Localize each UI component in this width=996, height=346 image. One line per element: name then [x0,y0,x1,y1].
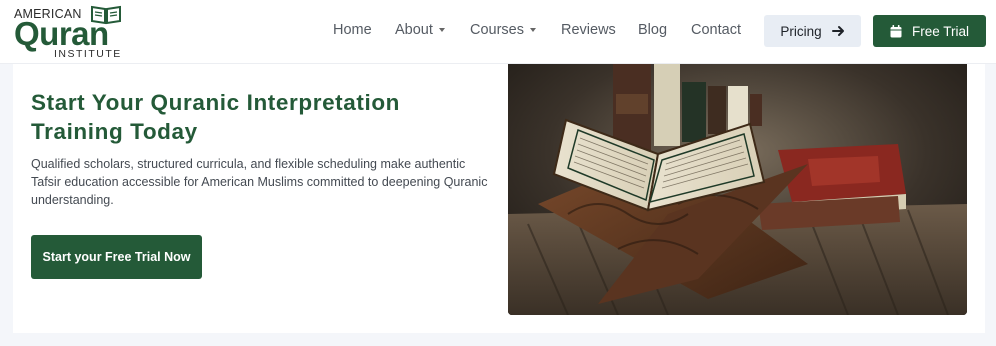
nav-blog-label: Blog [638,22,668,38]
nav-about-label: About [395,22,433,38]
caret-down-icon [530,28,536,32]
start-free-trial-button[interactable]: Start your Free Trial Now [31,235,202,279]
calendar-icon [890,24,902,37]
start-free-trial-label: Start your Free Trial Now [42,250,191,264]
hero-title: Start Your Quranic Interpretation Traini… [31,90,401,144]
hero-image [508,64,967,315]
free-trial-button-label: Free Trial [911,23,969,39]
logo-sub-text: INSTITUTE [54,48,122,60]
nav-home-label: Home [333,22,372,38]
hero-description: Qualified scholars, structured curricula… [31,157,488,207]
nav-reviews[interactable]: Reviews [561,22,616,38]
nav-about[interactable]: About [395,22,445,38]
nav-contact[interactable]: Contact [691,22,741,38]
nav-courses-label: Courses [470,22,524,38]
arrow-right-icon [831,26,844,36]
nav-courses[interactable]: Courses [470,22,536,38]
quran-on-stand-illustration [508,64,967,315]
logo-main-text: Quran [14,15,109,52]
nav-reviews-label: Reviews [561,22,616,38]
nav-blog[interactable]: Blog [638,22,667,38]
hero-section: Start Your Quranic Interpretation Traini… [13,64,985,333]
free-trial-button[interactable]: Free Trial [873,15,986,47]
pricing-button-label: Pricing [780,23,822,39]
pricing-button[interactable]: Pricing [764,15,861,47]
caret-down-icon [438,28,445,32]
site-header: AMERICAN Quran INSTITUTE Home About Cour… [0,0,996,64]
nav-contact-label: Contact [691,22,741,38]
site-logo[interactable]: AMERICAN Quran INSTITUTE [14,3,126,61]
nav-home[interactable]: Home [333,22,372,38]
